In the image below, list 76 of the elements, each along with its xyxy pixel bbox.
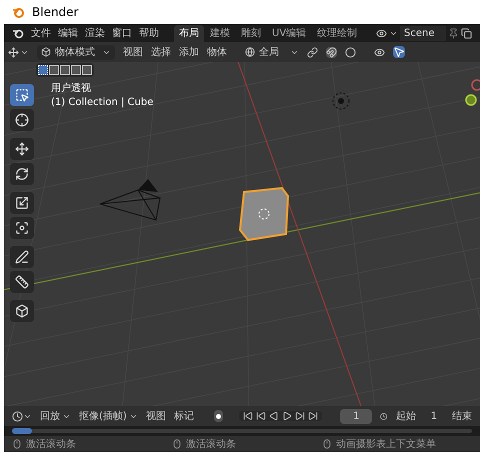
collection-label: (1) Collection | Cube [51, 96, 154, 110]
move-icon [8, 46, 19, 58]
copy-icon[interactable] [461, 28, 472, 38]
select-mode-button[interactable] [60, 65, 70, 75]
menu-item[interactable]: 窗口 [112, 26, 132, 40]
scale-tool-icon [15, 196, 29, 210]
header-menu[interactable]: 视图 [123, 44, 143, 60]
timeline-menu[interactable]: 回放 [40, 408, 71, 424]
mode-dropdown[interactable]: 物体模式 [37, 44, 115, 60]
app-logo-icon [12, 27, 24, 39]
tool-button[interactable] [10, 84, 34, 106]
workspace-tab[interactable]: 纹理绘制 [312, 24, 362, 42]
workspace-tab[interactable]: UV编辑 [267, 24, 312, 42]
menu-item[interactable]: 帮助 [139, 26, 159, 40]
menu-item[interactable]: 渲染 [85, 26, 105, 40]
pin-icon[interactable] [448, 28, 459, 38]
header-menu[interactable]: 选择 [151, 44, 171, 60]
cube-icon [41, 47, 51, 57]
orientation-dropdown[interactable]: 全局 [245, 44, 299, 60]
tool-button[interactable] [10, 109, 34, 131]
add-cube-tool-icon [15, 304, 29, 318]
workspace-tab[interactable]: 雕刻 [236, 24, 266, 42]
status-text: 激活滚动条 [26, 438, 76, 452]
editor-type-button[interactable] [8, 46, 29, 58]
timeline-menu[interactable]: 视图 [146, 408, 166, 424]
select-mode-button[interactable] [82, 65, 92, 75]
end-label: 结束 [452, 410, 472, 424]
clock-icon [12, 410, 23, 422]
header-menu[interactable]: 物体 [207, 44, 227, 60]
play-reverse-icon[interactable] [269, 411, 280, 421]
measure-tool-icon [15, 275, 29, 289]
tool-button[interactable] [10, 246, 34, 268]
start-field[interactable]: 1 [424, 408, 444, 424]
status-text: 激活滚动条 [186, 438, 236, 452]
menu-item[interactable]: 编辑 [58, 26, 78, 40]
tool-button[interactable] [10, 217, 34, 239]
globe-icon [245, 47, 255, 57]
jump-end-icon[interactable] [308, 411, 318, 421]
current-frame-field[interactable]: 1 [340, 408, 372, 424]
workspace-tab[interactable]: 布局 [174, 24, 204, 42]
timeline-menu[interactable]: 标记 [174, 408, 194, 424]
next-keyframe-icon[interactable] [295, 411, 306, 421]
select-mode-button[interactable] [71, 65, 81, 75]
view-name: 用户透视 [51, 82, 91, 96]
record-button[interactable] [214, 410, 224, 422]
app-logo-icon [12, 6, 24, 18]
tool-button[interactable] [10, 163, 34, 185]
tool-button[interactable] [10, 138, 34, 160]
menu-item[interactable]: 文件 [31, 26, 51, 40]
scene-field[interactable]: Scene [400, 26, 446, 40]
timer-icon[interactable] [380, 410, 388, 422]
rotate-tool-icon [15, 167, 29, 181]
visibility-icon[interactable] [374, 46, 385, 58]
select-mode-button[interactable] [49, 65, 59, 75]
tool-button[interactable] [10, 300, 34, 322]
cursor-tool-icon [15, 113, 29, 127]
select-tool-icon [15, 88, 29, 102]
status-text: 动画摄影表上下文菜单 [336, 438, 436, 452]
mouse-icon [12, 439, 22, 449]
editor-type-button[interactable] [12, 410, 32, 422]
window-title: Blender [32, 4, 78, 21]
workspace-tab[interactable]: 建模 [205, 24, 235, 42]
header-menu[interactable]: 添加 [179, 44, 199, 60]
mouse-icon [322, 439, 332, 449]
tool-button[interactable] [10, 192, 34, 214]
play-icon[interactable] [282, 411, 292, 421]
tool-button[interactable] [10, 271, 34, 293]
timeline-menu[interactable]: 抠像(插帧) [79, 408, 138, 424]
previous-keyframe-icon[interactable] [256, 411, 266, 421]
move-tool-icon [15, 142, 29, 156]
jump-start-icon[interactable] [243, 411, 254, 421]
transform-tool-icon [15, 221, 29, 235]
annotate-tool-icon [15, 250, 29, 264]
light-icon [330, 90, 352, 112]
start-label: 起始 [396, 410, 416, 424]
mouse-icon [172, 439, 182, 449]
